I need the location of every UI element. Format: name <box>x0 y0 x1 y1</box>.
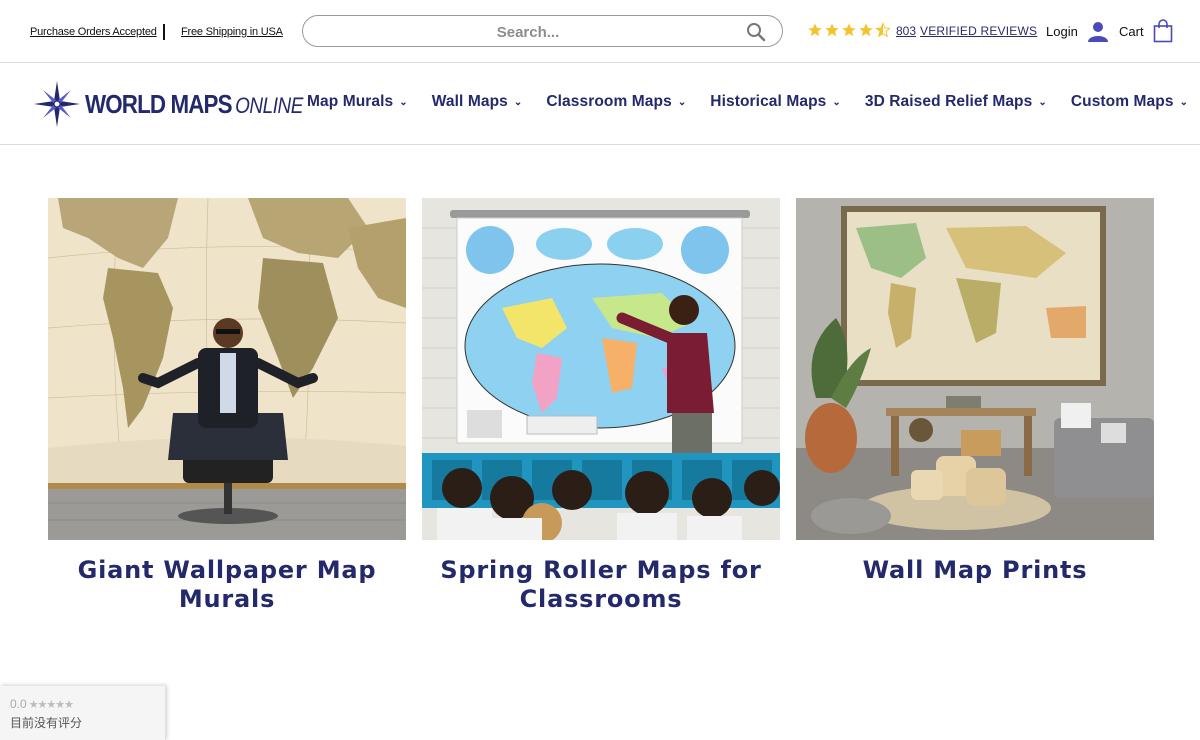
login-button[interactable]: Login <box>1046 17 1109 45</box>
star-icon <box>859 23 873 37</box>
chevron-down-icon: ⌄ <box>1179 96 1189 108</box>
cart-button[interactable]: Cart <box>1119 17 1173 45</box>
chevron-down-icon: ⌄ <box>832 96 841 108</box>
star-icon <box>808 23 822 37</box>
rating-stars[interactable] <box>807 22 891 40</box>
user-icon <box>1087 22 1108 42</box>
chevron-down-icon: ⌄ <box>513 96 523 108</box>
classroom-roller-map-photo <box>422 198 780 540</box>
category-card-wallpaper-murals[interactable]: Giant Wallpaper Map Murals <box>48 198 406 614</box>
category-card-wall-map-prints[interactable]: Wall Map Prints <box>796 198 1154 585</box>
nav-item-label: Classroom Maps <box>546 93 672 110</box>
chevron-down-icon: ⌄ <box>1038 96 1047 108</box>
chevron-down-icon: ⌄ <box>399 96 408 108</box>
main-navigation: WORLD MAPS ONLINE Map Murals ⌄ Wall Maps ⌄ … <box>0 63 1200 145</box>
card-title[interactable]: Wall Map Prints <box>796 556 1154 585</box>
top-utility-bar: Purchase Orders Accepted Free Shipping i… <box>0 0 1200 63</box>
nav-item-map-murals[interactable]: Map Murals ⌄ <box>307 93 408 111</box>
nav-item-historical-maps[interactable]: Historical Maps ⌄ <box>710 93 841 111</box>
nav-item-label: Historical Maps <box>710 93 827 110</box>
half-star-icon <box>875 22 891 38</box>
rating-summary: 0.0 ★★★★★ <box>10 697 74 711</box>
rating-score: 0.0 <box>10 697 27 711</box>
star-icon <box>842 23 856 37</box>
rating-stars-icon: ★★★★★ <box>28 698 74 711</box>
category-card-spring-roller-maps[interactable]: Spring Roller Maps for Classrooms <box>422 198 780 614</box>
nav-menu: Map Murals ⌄ Wall Maps ⌄ Classroom Maps ⌄ H… <box>307 93 1188 111</box>
review-count-link[interactable]: 803 <box>896 24 916 38</box>
chevron-down-icon: ⌄ <box>677 96 687 108</box>
nav-item-classroom-maps[interactable]: Classroom Maps ⌄ <box>546 93 686 111</box>
logo-name-sub: ONLINE <box>235 92 303 118</box>
nav-item-3d-raised-relief-maps[interactable]: 3D Raised Relief Maps ⌄ <box>865 93 1047 111</box>
free-shipping-link[interactable]: Free Shipping in USA <box>181 26 283 38</box>
card-title[interactable]: Spring Roller Maps for Classrooms <box>422 556 780 614</box>
card-title[interactable]: Giant Wallpaper Map Murals <box>48 556 406 614</box>
framed-wall-map-photo <box>796 198 1154 540</box>
nav-item-custom-maps[interactable]: Custom Maps ⌄ <box>1071 93 1188 111</box>
search-input[interactable] <box>323 21 733 43</box>
nav-item-wall-maps[interactable]: Wall Maps ⌄ <box>432 93 523 111</box>
cart-label: Cart <box>1119 23 1144 39</box>
store-rating-widget[interactable]: 0.0 ★★★★★ 目前没有评分 <box>0 686 166 740</box>
promo-divider <box>163 24 165 40</box>
nav-item-label: Custom Maps <box>1070 93 1174 110</box>
site-logo[interactable]: WORLD MAPS ONLINE <box>33 79 338 129</box>
purchase-orders-link[interactable]: Purchase Orders Accepted <box>30 26 157 38</box>
logo-text: WORLD MAPS ONLINE <box>85 89 303 120</box>
star-icon <box>825 23 839 37</box>
login-label: Login <box>1046 23 1078 39</box>
nav-item-label: Map Murals <box>307 93 394 110</box>
search-icon[interactable] <box>746 22 766 42</box>
shopping-bag-icon <box>1153 19 1172 43</box>
compass-rose-icon <box>34 81 80 127</box>
verified-reviews-link[interactable]: VERIFIED REVIEWS <box>920 24 1037 38</box>
search-bar <box>302 15 783 47</box>
nav-item-label: 3D Raised Relief Maps <box>864 93 1033 110</box>
logo-name-main: WORLD MAPS <box>85 88 233 119</box>
nav-item-label: Wall Maps <box>431 93 508 110</box>
rating-status-text: 目前没有评分 <box>10 716 83 730</box>
wallpaper-mural-photo <box>48 198 406 540</box>
